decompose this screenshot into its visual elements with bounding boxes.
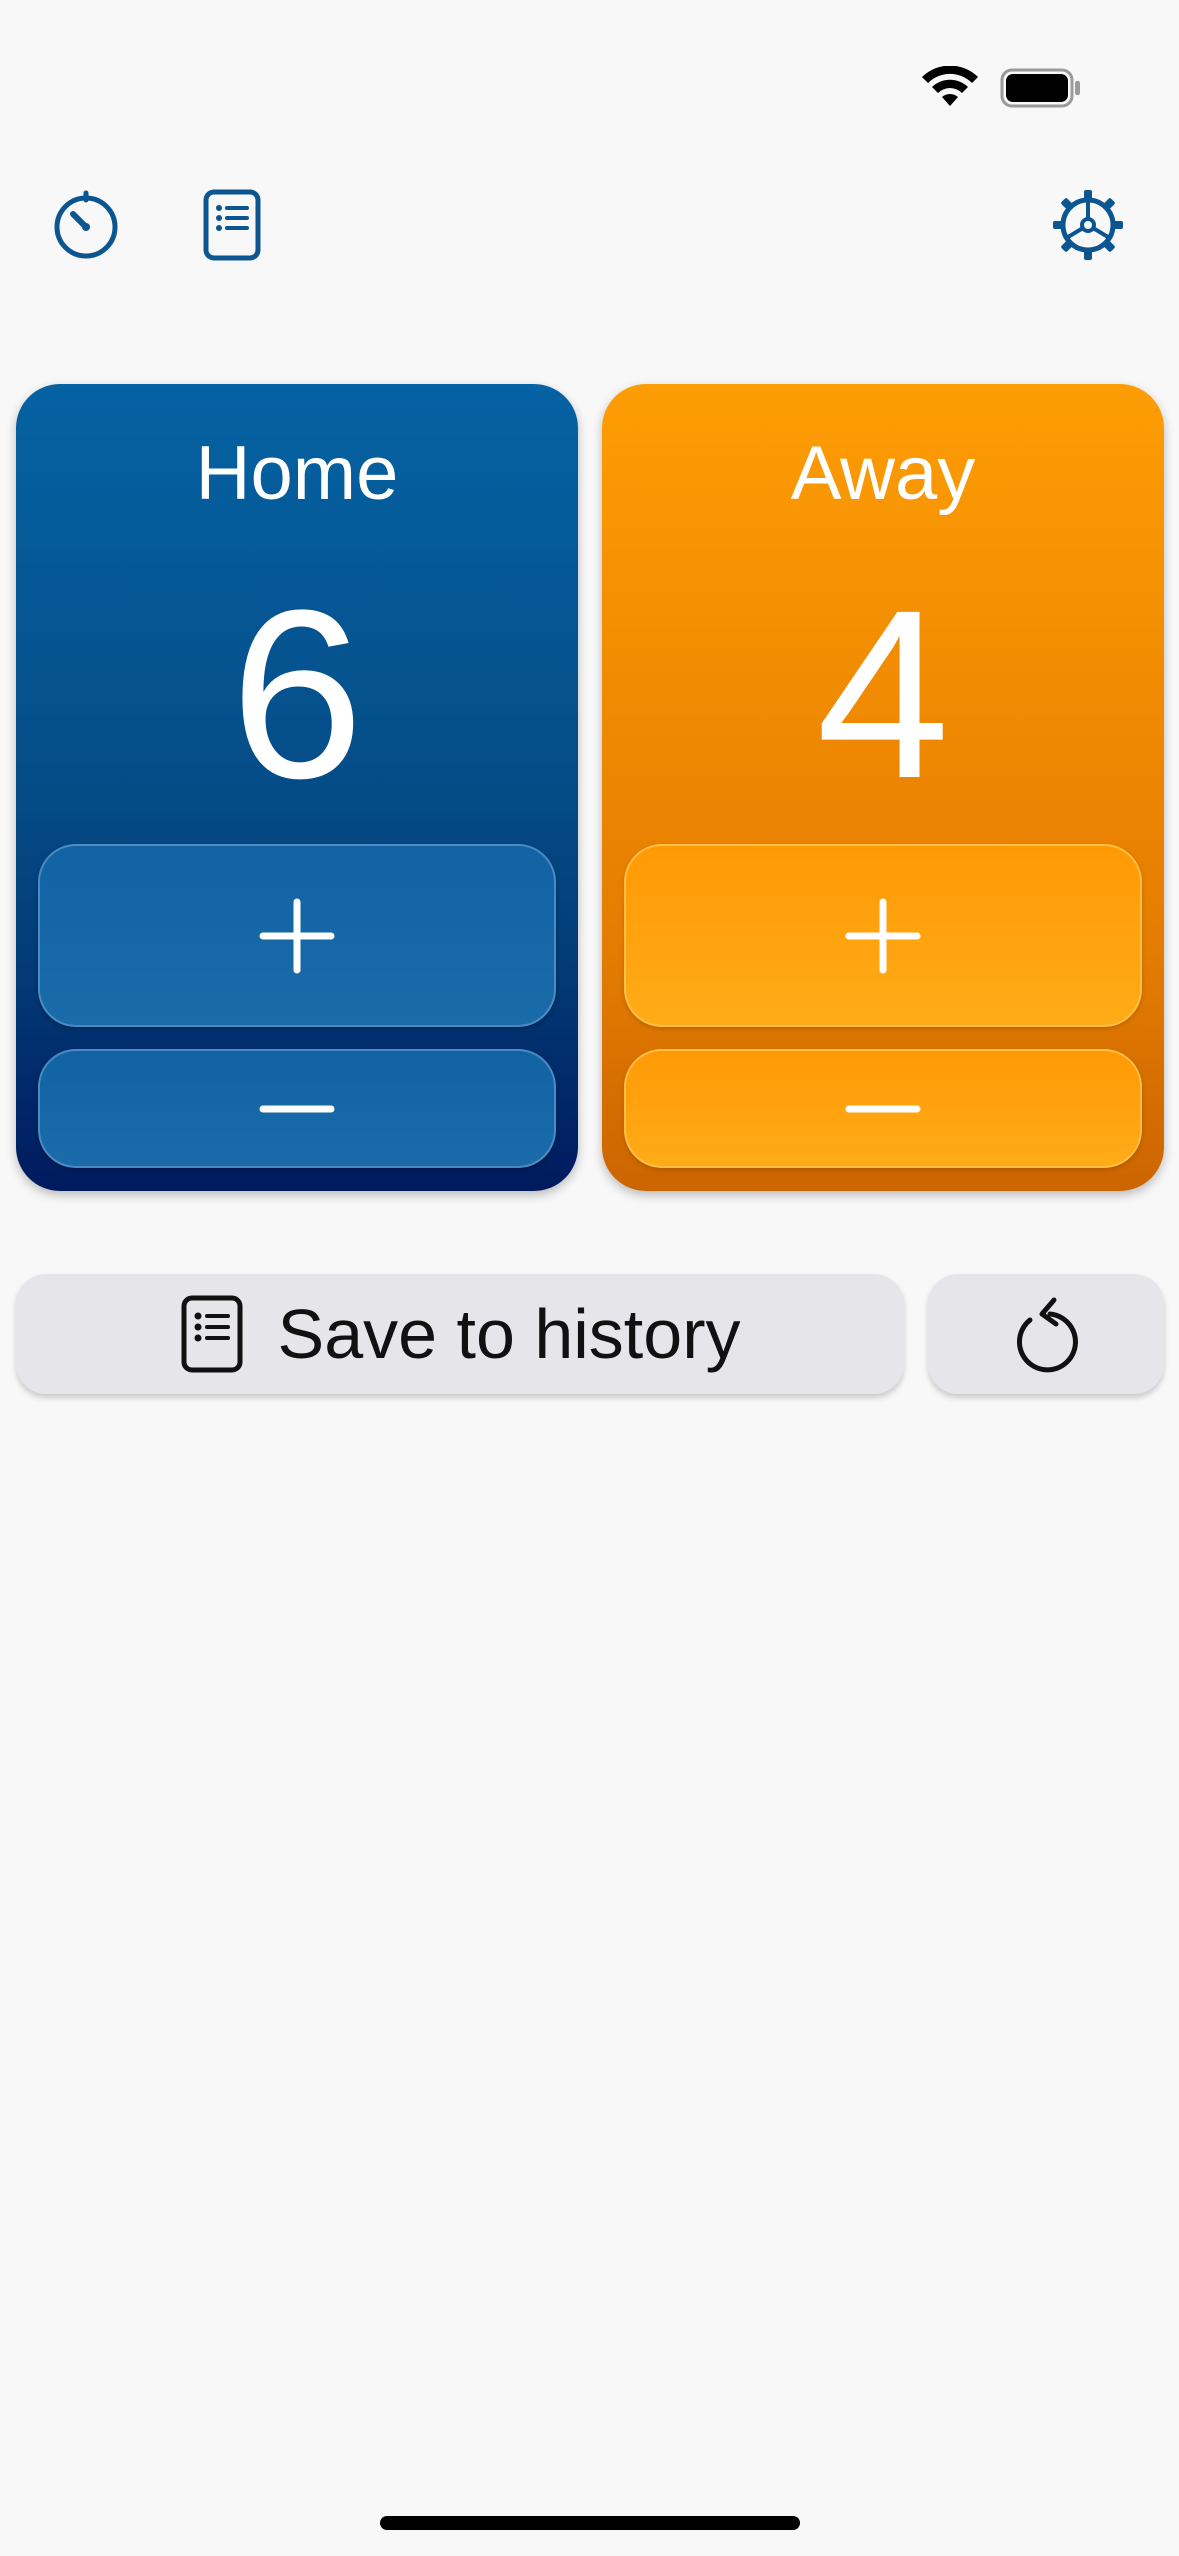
home-decrement-button[interactable]	[38, 1049, 556, 1168]
save-to-history-button[interactable]: Save to history	[16, 1274, 904, 1394]
list-icon	[180, 1294, 244, 1374]
minus-icon	[259, 1105, 335, 1112]
home-indicator[interactable]	[380, 2516, 800, 2530]
away-team-score: 4	[816, 560, 950, 828]
list-icon[interactable]	[192, 185, 272, 265]
plus-icon	[845, 898, 921, 973]
away-decrement-button[interactable]	[624, 1049, 1142, 1168]
home-team-name: Home	[195, 431, 399, 516]
away-team-card: Away 4	[602, 384, 1164, 1191]
home-team-score: 6	[230, 560, 364, 828]
battery-icon	[1000, 68, 1082, 108]
save-to-history-label: Save to history	[277, 1295, 741, 1373]
gear-icon[interactable]	[1048, 185, 1128, 265]
reset-icon	[1016, 1297, 1078, 1373]
wifi-icon	[922, 65, 978, 108]
home-increment-button[interactable]	[38, 844, 556, 1027]
timer-icon[interactable]	[46, 185, 126, 265]
away-increment-button[interactable]	[624, 844, 1142, 1027]
plus-icon	[259, 898, 335, 973]
reset-button[interactable]	[928, 1274, 1164, 1394]
home-team-card: Home 6	[16, 384, 578, 1191]
minus-icon	[845, 1105, 921, 1112]
away-team-name: Away	[790, 431, 976, 516]
